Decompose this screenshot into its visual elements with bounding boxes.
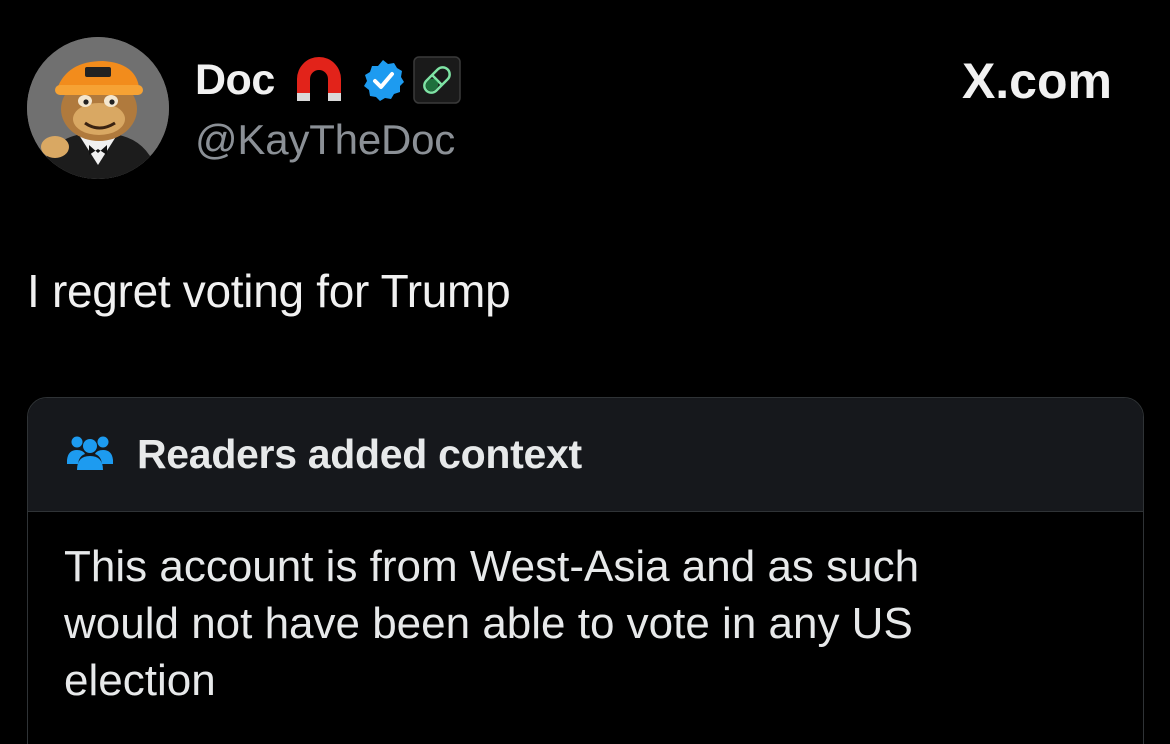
display-name[interactable]: Doc xyxy=(195,56,275,105)
pill-icon xyxy=(412,56,461,104)
community-note-card[interactable]: Readers added context This account is fr… xyxy=(27,397,1144,744)
avatar[interactable] xyxy=(27,37,169,179)
magnet-icon xyxy=(291,55,347,105)
author-handle[interactable]: @KayTheDoc xyxy=(195,116,455,164)
people-icon xyxy=(65,432,115,477)
brand-text: X.com xyxy=(961,53,1112,109)
verified-icon xyxy=(361,58,405,102)
post-text: I regret voting for Trump xyxy=(27,265,511,317)
community-note-body: This account is from West-Asia and as su… xyxy=(64,542,920,705)
community-note-header: Readers added context xyxy=(28,398,1143,512)
community-note-title: Readers added context xyxy=(137,431,582,477)
avatar-image xyxy=(27,37,169,179)
author-name-row: Doc xyxy=(195,52,461,108)
tweet-screenshot: Doc @KayTheDoc X.com I regret voting for… xyxy=(0,0,1170,744)
brand-watermark: X.com xyxy=(962,52,1112,110)
